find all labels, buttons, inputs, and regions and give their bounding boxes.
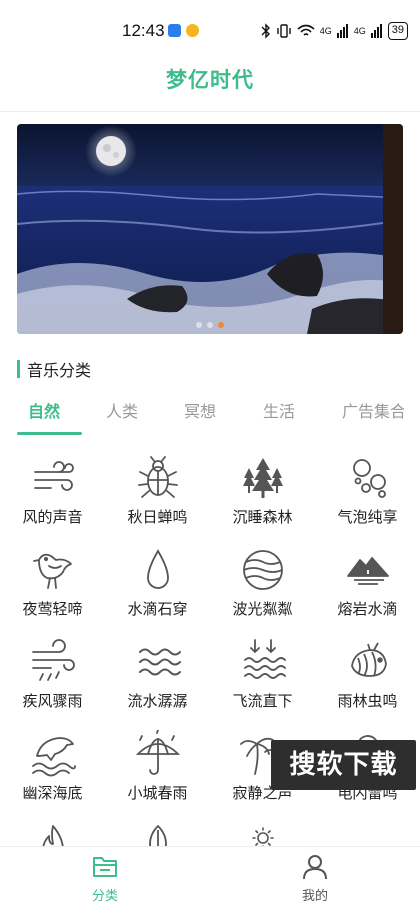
category-item[interactable]: 疾风骤雨 (0, 634, 105, 726)
category-item[interactable]: 沉睡森林 (210, 450, 315, 542)
water-drop-icon (147, 549, 169, 589)
category-item[interactable]: 风的声音 (0, 450, 105, 542)
banner-image (17, 124, 403, 334)
nav-category-label: 分类 (91, 889, 118, 904)
lava-icon (347, 557, 389, 585)
category-item[interactable]: 小城春雨 (105, 726, 210, 818)
tab-life[interactable]: 生活 (263, 398, 295, 422)
dolphin-icon (32, 737, 76, 777)
weibo-icon (186, 24, 199, 37)
category-item[interactable]: 幽深海底 (0, 726, 105, 818)
tab-ad-collection[interactable]: 广告集合 (342, 398, 404, 422)
battery-indicator: 39 (387, 22, 408, 40)
category-label: 秋日蝉鸣 (127, 508, 188, 526)
tab-nature[interactable]: 自然 (28, 398, 60, 422)
category-item[interactable]: 飞流直下 (210, 634, 315, 726)
category-item[interactable]: 雨林虫鸣 (315, 634, 420, 726)
wind-icon (34, 461, 74, 491)
signal-icon-1 (336, 24, 348, 38)
waves-icon (139, 648, 181, 676)
category-label: 风的声音 (22, 508, 83, 526)
status-time: 12:43 (122, 21, 165, 40)
category-label: 雨林虫鸣 (337, 692, 398, 710)
category-label: 水滴石穿 (127, 600, 188, 618)
banner-carousel[interactable] (17, 124, 403, 334)
signal-label-2: 4G (353, 26, 366, 36)
insect-icon (351, 642, 387, 677)
category-label: 飞流直下 (232, 692, 293, 710)
category-label: 流水潺潺 (127, 692, 188, 710)
section-accent-bar (17, 360, 20, 378)
app-title: 梦亿时代 (166, 68, 254, 92)
banner-dot[interactable] (196, 322, 202, 328)
wind-rain-icon (32, 639, 75, 681)
umbrella-icon (135, 730, 181, 775)
category-tabs: 自然 人类 冥想 生活 广告集合 (0, 396, 420, 438)
category-item[interactable]: 水滴石穿 (105, 542, 210, 634)
status-icons: 4G 4G 39 (261, 22, 408, 40)
status-bar: 12:43 4G 4G 39 (0, 0, 420, 62)
bird-icon (33, 553, 72, 589)
active-tab-indicator (17, 432, 82, 435)
nav-mine-label: 我的 (301, 889, 328, 904)
category-label: 夜莺轻啼 (22, 600, 83, 618)
bubbles-icon (353, 459, 386, 498)
bluetooth-icon (261, 23, 270, 39)
banner-dot[interactable] (207, 322, 213, 328)
category-label: 熔岩水滴 (337, 600, 398, 618)
category-item[interactable]: 秋日蝉鸣 (105, 450, 210, 542)
tab-human[interactable]: 人类 (106, 398, 138, 422)
folder-icon (93, 857, 117, 877)
category-label: 疾风骤雨 (22, 692, 83, 710)
category-item[interactable]: 气泡纯享 (315, 450, 420, 542)
vibrate-icon (277, 24, 291, 38)
category-label: 沉睡森林 (232, 508, 293, 526)
banner-dot-active[interactable] (218, 322, 224, 328)
category-label: 小城春雨 (127, 784, 188, 802)
category-item[interactable]: 波光粼粼 (210, 542, 315, 634)
category-item[interactable]: 熔岩水滴 (315, 542, 420, 634)
category-label: 波光粼粼 (232, 600, 293, 618)
tab-meditation[interactable]: 冥想 (184, 398, 216, 422)
forest-icon (243, 458, 283, 498)
nav-category[interactable]: 分类 (0, 847, 210, 910)
category-item[interactable]: 夜莺轻啼 (0, 542, 105, 634)
category-label: 幽深海底 (22, 784, 83, 802)
bottom-navigation: 分类 我的 (0, 846, 420, 910)
water-sphere-icon (243, 550, 283, 590)
category-label: 气泡纯享 (337, 508, 398, 526)
section-title: 音乐分类 (27, 361, 92, 380)
signal-label-1: 4G (319, 26, 332, 36)
category-item[interactable]: 流水潺潺 (105, 634, 210, 726)
wifi-icon (297, 24, 315, 36)
notification-app-icon (168, 24, 181, 37)
category-grid: 风的声音 秋日蝉鸣 沉睡森林 气泡纯享 夜莺轻啼 水滴石穿 波光粼粼 熔岩水滴 … (0, 450, 420, 850)
header-divider (0, 111, 420, 112)
banner-pagination (17, 322, 403, 328)
signal-icon-2 (370, 24, 382, 38)
profile-icon (303, 855, 327, 880)
cicada-icon (138, 456, 178, 498)
watermark-banner: 搜软下载 (271, 740, 416, 790)
section-heading: 音乐分类 (17, 359, 92, 380)
nav-mine[interactable]: 我的 (210, 847, 420, 910)
waterfall-icon (244, 639, 286, 679)
